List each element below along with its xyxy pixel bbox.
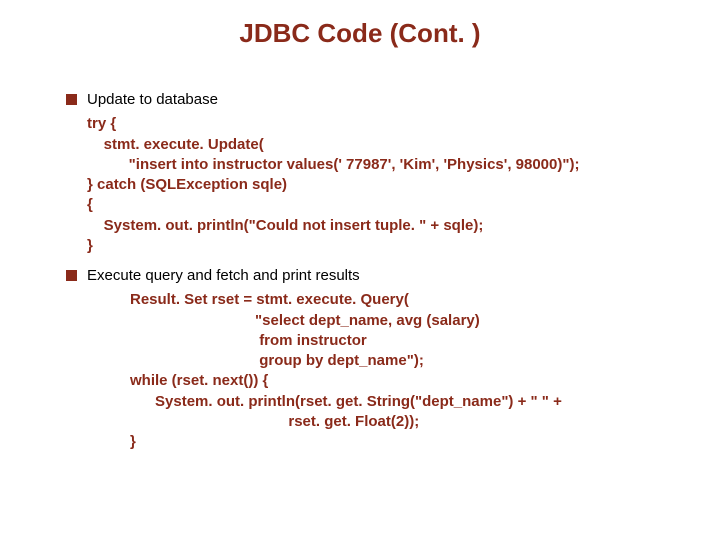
- square-bullet-icon: [66, 94, 77, 105]
- slide-title: JDBC Code (Cont. ): [0, 18, 720, 49]
- code-block: Result. Set rset = stmt. execute. Query(…: [130, 290, 686, 452]
- slide: JDBC Code (Cont. ) Update to database tr…: [0, 0, 720, 540]
- bullet-text: Update to database: [87, 90, 686, 110]
- bullet-row: Execute query and fetch and print result…: [66, 266, 686, 286]
- bullet-text: Execute query and fetch and print result…: [87, 266, 686, 286]
- bullet-row: Update to database: [66, 90, 686, 110]
- square-bullet-icon: [66, 270, 77, 281]
- slide-content: Update to database try { stmt. execute. …: [66, 90, 686, 462]
- code-block: try { stmt. execute. Update( "insert int…: [87, 114, 686, 256]
